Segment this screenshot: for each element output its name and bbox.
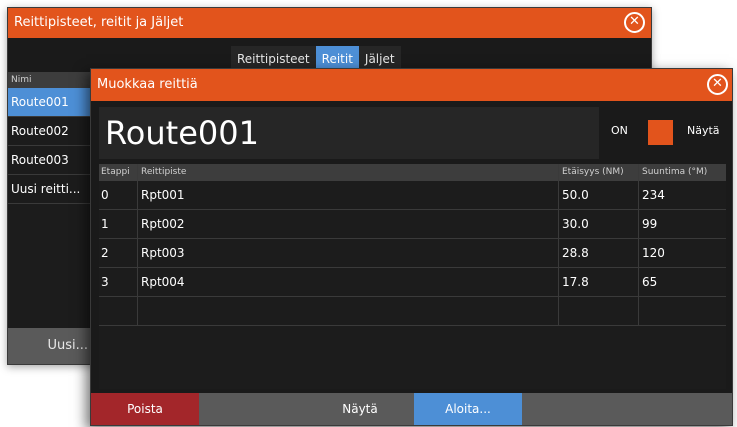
column-divider (137, 164, 138, 326)
show-button[interactable]: Näytä (306, 393, 414, 425)
cell-bearing: 120 (642, 246, 665, 260)
cell-stage: 2 (101, 246, 109, 260)
header-bearing: Suuntima (°M) (642, 167, 708, 177)
header-stage: Etappi (101, 167, 130, 177)
cell-waypoint: Rpt002 (141, 217, 185, 231)
dialog-title: Reittipisteet, reitit ja Jäljet (14, 15, 184, 30)
action-bar: Poista Näytä Aloita... (91, 393, 732, 425)
column-divider (558, 164, 559, 326)
start-button[interactable]: Aloita... (414, 393, 522, 425)
cell-distance: 17.8 (562, 275, 589, 289)
cell-stage: 1 (101, 217, 109, 231)
show-label: Näytä (687, 124, 720, 137)
header-distance: Etäisyys (NM) (562, 167, 624, 177)
dialog-title: Muokkaa reittiä (97, 77, 198, 92)
route-list: Nimi Route001 Route002 Route003 Uusi rei… (8, 72, 94, 330)
edit-route-dialog: Muokkaa reittiä ✕ Route001 ON Näytä Etap… (90, 68, 733, 426)
table-row[interactable]: 3 Rpt004 17.8 65 (99, 268, 726, 297)
show-toggle[interactable] (648, 120, 673, 145)
close-icon[interactable]: ✕ (707, 74, 728, 95)
table-header: Etappi Reittipiste Etäisyys (NM) Suuntim… (99, 164, 726, 181)
table-row[interactable]: 2 Rpt003 28.8 120 (99, 239, 726, 268)
cell-waypoint: Rpt004 (141, 275, 185, 289)
dialog-title-bar: Reittipisteet, reitit ja Jäljet (8, 8, 651, 38)
cell-distance: 50.0 (562, 188, 589, 202)
list-item-route002[interactable]: Route002 (8, 117, 94, 146)
dialog-title-bar: Muokkaa reittiä (91, 69, 732, 101)
table-row[interactable]: 0 Rpt001 50.0 234 (99, 181, 726, 210)
cell-bearing: 99 (642, 217, 658, 231)
route-legs-table: Etappi Reittipiste Etäisyys (NM) Suuntim… (99, 164, 726, 389)
list-item-route001[interactable]: Route001 (8, 88, 94, 117)
header-waypoint: Reittipiste (141, 167, 187, 177)
toggle-on-label: ON (611, 124, 628, 137)
cell-stage: 0 (101, 188, 109, 202)
route-name-field[interactable]: Route001 (99, 107, 599, 159)
table-row-empty[interactable] (99, 297, 726, 326)
delete-button[interactable]: Poista (91, 393, 199, 425)
column-divider (638, 164, 639, 326)
cell-distance: 28.8 (562, 246, 589, 260)
new-button[interactable]: Uusi... (8, 328, 94, 364)
cell-waypoint: Rpt003 (141, 246, 185, 260)
cell-bearing: 234 (642, 188, 665, 202)
cell-stage: 3 (101, 275, 109, 289)
table-row[interactable]: 1 Rpt002 30.0 99 (99, 210, 726, 239)
list-item-new-route[interactable]: Uusi reitti... (8, 175, 94, 204)
close-icon[interactable]: ✕ (624, 12, 645, 33)
cell-distance: 30.0 (562, 217, 589, 231)
list-header-name: Nimi (8, 72, 94, 88)
cell-waypoint: Rpt001 (141, 188, 185, 202)
list-item-route003[interactable]: Route003 (8, 146, 94, 175)
cell-bearing: 65 (642, 275, 658, 289)
